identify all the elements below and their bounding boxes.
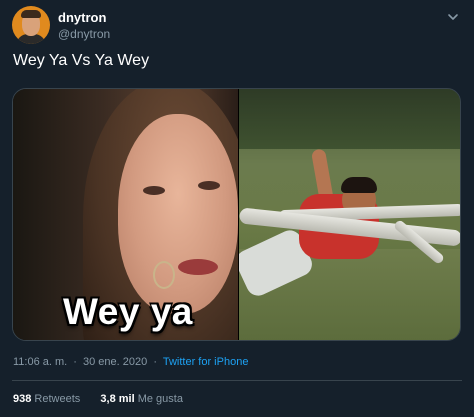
likes-count: 3,8 mil (100, 393, 135, 405)
tweet-text: Wey Ya Vs Ya Wey (13, 52, 150, 69)
tweet-date[interactable]: 30 ene. 2020 (83, 356, 147, 368)
source-separator: · (153, 356, 157, 368)
timestamp-separator: · (73, 356, 77, 368)
user-handle[interactable]: @dnytron (58, 27, 110, 41)
tweet-time[interactable]: 11:06 a. m. (13, 356, 67, 368)
retweets-label: Retweets (34, 393, 81, 405)
tweet-menu-button[interactable] (446, 10, 460, 24)
likes-stat[interactable]: 3,8 mil Me gusta (100, 393, 183, 405)
likes-label: Me gusta (137, 393, 183, 405)
media-right-panel (239, 89, 460, 340)
tweet-stats: 938 Retweets 3,8 mil Me gusta (13, 393, 183, 405)
avatar[interactable] (12, 6, 50, 44)
meme-caption: Wey ya (63, 291, 193, 332)
retweets-stat[interactable]: 938 Retweets (13, 393, 83, 405)
tweet-source-link[interactable]: Twitter for iPhone (163, 356, 249, 368)
stats-divider (12, 380, 462, 381)
chevron-down-icon (448, 14, 458, 20)
media-left-panel: Wey ya (13, 89, 238, 340)
tweet-timestamp: 11:06 a. m. · 30 ene. 2020 · Twitter for… (13, 356, 248, 368)
user-display-name[interactable]: dnytron (58, 10, 106, 25)
tweet-media[interactable]: Wey ya (12, 88, 461, 341)
retweets-count: 938 (13, 393, 32, 405)
